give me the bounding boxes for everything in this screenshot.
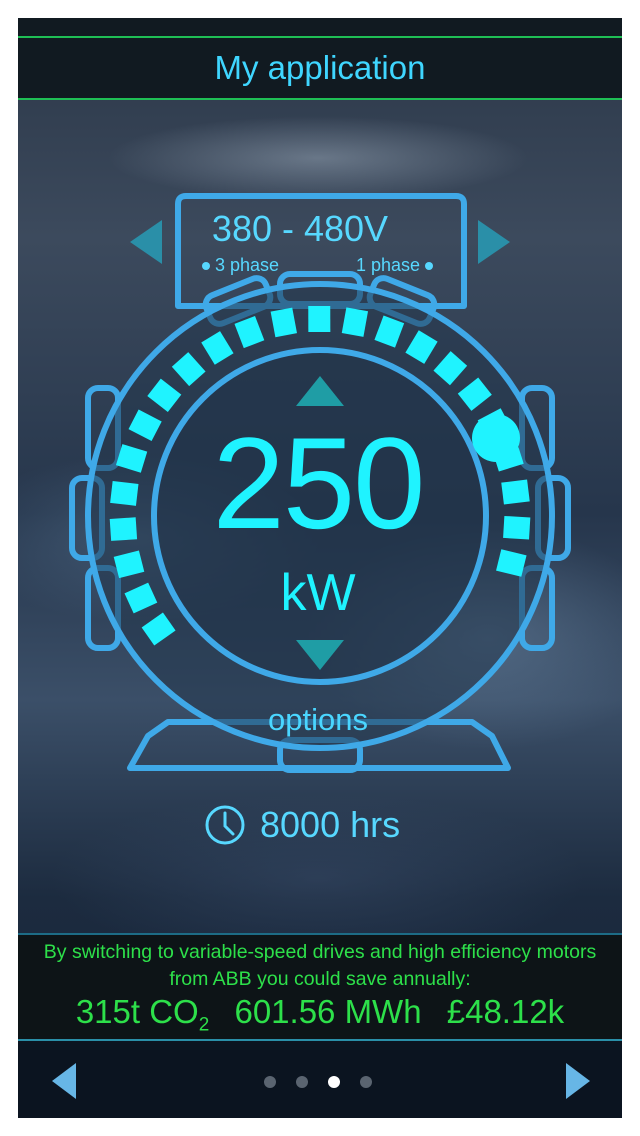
- phase-option-3[interactable]: 3 phase: [202, 255, 279, 276]
- money-saving: £48.12k: [446, 993, 565, 1030]
- page-dot[interactable]: [264, 1076, 276, 1088]
- level-segment: [308, 305, 331, 333]
- co2-subscript: 2: [198, 1014, 210, 1036]
- level-segment: [110, 480, 139, 506]
- options-button[interactable]: options: [218, 702, 418, 738]
- co2-saving: 315t CO2: [75, 993, 209, 1036]
- level-knob[interactable]: [472, 414, 520, 462]
- level-segment: [270, 307, 298, 338]
- page-dot[interactable]: [360, 1076, 372, 1088]
- bottom-nav: [18, 1039, 622, 1118]
- energy-saving: 601.56 MWh: [234, 993, 422, 1030]
- level-segment: [341, 307, 369, 337]
- level-segment: [501, 479, 530, 505]
- radio-dot-icon: [425, 262, 434, 271]
- voltage-next-arrow[interactable]: [478, 220, 510, 264]
- app-screen: My application 380 - 480V 3 phase 1 phas…: [18, 18, 622, 1118]
- phase-option-3-label: 3 phase: [215, 255, 280, 275]
- phase-option-1[interactable]: 1 phase: [356, 255, 434, 276]
- triangle-left-icon[interactable]: [50, 1061, 80, 1101]
- power-value: 250: [212, 410, 426, 556]
- savings-figures: 315t CO2 601.56 MWh £48.12k: [18, 993, 622, 1037]
- level-segment: [503, 515, 531, 540]
- voltage-range[interactable]: 380 - 480V: [180, 208, 420, 250]
- page-indicator: [264, 1076, 372, 1088]
- co2-value: 315t CO: [75, 993, 199, 1030]
- level-segment: [109, 517, 138, 541]
- page-dot[interactable]: [296, 1076, 308, 1088]
- power-unit: kW: [280, 564, 356, 622]
- phase-option-1-label: 1 phase: [356, 255, 421, 275]
- triangle-right-icon[interactable]: [562, 1061, 592, 1101]
- running-hours[interactable]: 8000 hrs: [204, 802, 400, 848]
- savings-panel: By switching to variable-speed drives an…: [18, 933, 622, 1041]
- savings-description: By switching to variable-speed drives an…: [43, 941, 597, 990]
- voltage-prev-arrow[interactable]: [130, 220, 162, 264]
- clock-icon: [205, 805, 245, 845]
- hours-value: 8000 hrs: [260, 804, 401, 845]
- radio-dot-icon: [202, 262, 210, 271]
- page-dot-active[interactable]: [328, 1076, 340, 1088]
